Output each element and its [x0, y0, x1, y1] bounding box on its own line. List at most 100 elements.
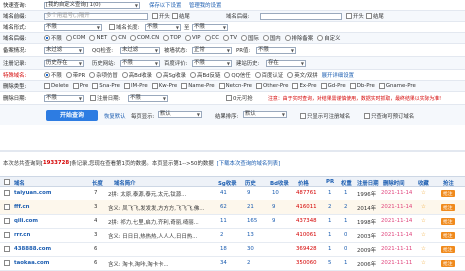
snap-button[interactable]: 抢注: [441, 204, 455, 211]
reg-date-select[interactable]: 不限 ▼: [128, 94, 168, 102]
domain-link[interactable]: fff.cn: [14, 204, 30, 210]
prefix-start-checkbox[interactable]: 开头: [152, 12, 170, 20]
wall-select[interactable]: 正常 ▼: [192, 46, 232, 54]
length-min-select[interactable]: 不限 ▼: [145, 23, 181, 31]
domain-link[interactable]: rrr.cn: [14, 232, 30, 238]
delete-date-select[interactable]: 不限 ▼: [44, 94, 84, 102]
sg-value[interactable]: 18: [220, 246, 227, 252]
row-checkbox[interactable]: [4, 204, 11, 211]
special-option[interactable]: 百度认证: [254, 71, 283, 79]
download-list-link[interactable]: [下载本次查询的域名列表]: [217, 159, 281, 167]
sort-select[interactable]: 默认 ▼: [243, 111, 287, 118]
length-checkbox[interactable]: 域名长度:: [109, 23, 139, 31]
prefix-end-checkbox[interactable]: 结尾: [172, 12, 190, 20]
history-value[interactable]: 2: [247, 260, 250, 266]
row-checkbox[interactable]: [4, 232, 11, 239]
special-option[interactable]: 带PR: [65, 71, 85, 79]
special-option[interactable]: 杂项仿冒: [89, 71, 118, 79]
special-option[interactable]: 不限: [44, 71, 62, 79]
sg-value[interactable]: 2: [220, 232, 223, 238]
star-icon[interactable]: ☆: [421, 260, 426, 266]
suffix-end-checkbox[interactable]: 结尾: [366, 12, 384, 20]
delete-type-checkbox[interactable]: Kw-Pre: [151, 83, 177, 89]
pr-select[interactable]: 不限 ▼: [256, 46, 296, 54]
suffix-option[interactable]: CN: [111, 35, 126, 41]
manage-settings-link[interactable]: 管理我的设置: [189, 1, 221, 9]
delete-type-checkbox[interactable]: Sna-Pre: [92, 83, 120, 89]
suffix-option[interactable]: 国内: [262, 34, 281, 42]
show-registerable-checkbox[interactable]: 只显示可注册域名: [300, 112, 350, 120]
snap-button[interactable]: 抢注: [441, 190, 455, 197]
record-select[interactable]: 未过滤 ▼: [44, 46, 84, 54]
special-option[interactable]: 高Bd反链: [190, 71, 220, 79]
history-select[interactable]: 不限 ▼: [120, 59, 160, 67]
suffix-option[interactable]: NET: [89, 35, 107, 41]
suffix-option[interactable]: COM: [65, 35, 85, 41]
suffix-option[interactable]: 不限: [44, 34, 62, 42]
special-option[interactable]: QQ信任: [224, 71, 251, 79]
sg-value[interactable]: 34: [220, 260, 227, 266]
zero-price-checkbox[interactable]: 0元可抢: [226, 94, 253, 102]
reg-select[interactable]: 历史存在 ▼: [44, 59, 84, 67]
search-button[interactable]: 开始查询: [46, 110, 98, 121]
quick-query-select[interactable]: [我的自定义查询] 1(0) ▼: [44, 1, 140, 9]
qq-select[interactable]: 未过滤 ▼: [120, 46, 160, 54]
domain-prefix-input[interactable]: 多个用逗号(,)隔开: [44, 12, 148, 20]
special-option[interactable]: 英文/双拼: [287, 71, 318, 79]
expand-details-link[interactable]: 展开详细设置: [322, 71, 354, 79]
history-value[interactable]: 9: [247, 190, 250, 196]
delete-type-checkbox[interactable]: Gd-Pre: [320, 83, 346, 89]
star-icon[interactable]: ☆: [421, 232, 426, 238]
suffix-option[interactable]: 自定义: [317, 34, 340, 42]
sg-value[interactable]: 62: [220, 204, 227, 210]
per-page-select[interactable]: 默认 ▼: [158, 111, 202, 118]
suffix-option[interactable]: CC: [204, 35, 219, 41]
sg-value[interactable]: 41: [220, 190, 227, 196]
suffix-option[interactable]: 国际: [241, 34, 259, 42]
bd-value[interactable]: 9: [272, 218, 275, 224]
domain-link[interactable]: taiyuan.com: [14, 190, 51, 196]
suffix-option[interactable]: COM.CN: [130, 35, 159, 41]
snap-button[interactable]: 抢注: [441, 246, 455, 253]
special-option[interactable]: 高Sg收录: [156, 71, 186, 79]
bd-value[interactable]: 10: [272, 190, 279, 196]
show-pending-checkbox[interactable]: 只查询可预订域名: [364, 112, 414, 120]
history-value[interactable]: 21: [247, 204, 254, 210]
domain-link[interactable]: qili.com: [14, 218, 38, 224]
row-checkbox[interactable]: [4, 218, 11, 225]
delete-type-checkbox[interactable]: Netcn-Pre: [218, 83, 252, 89]
snap-button[interactable]: 抢注: [441, 218, 455, 225]
suffix-option[interactable]: VIP: [184, 35, 201, 41]
col-pr[interactable]: PR: [326, 179, 334, 185]
history-value[interactable]: 165: [247, 218, 257, 224]
delete-type-checkbox[interactable]: Ex-Pre: [292, 83, 317, 89]
build-select[interactable]: 存在 ▼: [266, 59, 306, 67]
history-value[interactable]: 30: [247, 246, 254, 252]
delete-type-checkbox[interactable]: Delete: [44, 83, 69, 89]
length-max-select[interactable]: 不限 ▼: [192, 23, 228, 31]
delete-type-checkbox[interactable]: Gname-Pre: [378, 83, 416, 89]
row-checkbox[interactable]: [4, 190, 11, 197]
delete-type-checkbox[interactable]: Pre: [72, 83, 88, 89]
suffix-option[interactable]: 排除备案: [284, 34, 313, 42]
snap-button[interactable]: 抢注: [441, 232, 455, 239]
domain-link[interactable]: taokaa.com: [14, 260, 49, 266]
row-checkbox[interactable]: [4, 246, 11, 253]
bd-value[interactable]: 9: [272, 204, 275, 210]
history-value[interactable]: 13: [247, 232, 254, 238]
sg-value[interactable]: 11: [220, 218, 227, 224]
select-all-checkbox[interactable]: [4, 179, 11, 186]
suffix-start-checkbox[interactable]: 开头: [346, 12, 364, 20]
delete-type-checkbox[interactable]: Db-Pre: [349, 83, 375, 89]
save-settings-link[interactable]: 保存以下设置: [149, 1, 181, 9]
domain-form-select[interactable]: 不限 ▼: [44, 23, 102, 31]
special-option[interactable]: 高Bd收录: [121, 71, 152, 79]
star-icon[interactable]: ☆: [421, 190, 426, 196]
star-icon[interactable]: ☆: [421, 246, 426, 252]
suffix-option[interactable]: TOP: [163, 35, 181, 41]
delete-type-checkbox[interactable]: Name-Pre: [181, 83, 215, 89]
star-icon[interactable]: ☆: [421, 218, 426, 224]
baidu-select[interactable]: 不限 ▼: [192, 59, 232, 67]
delete-type-checkbox[interactable]: Other-Pre: [255, 83, 288, 89]
suffix-option[interactable]: TV: [223, 35, 237, 41]
